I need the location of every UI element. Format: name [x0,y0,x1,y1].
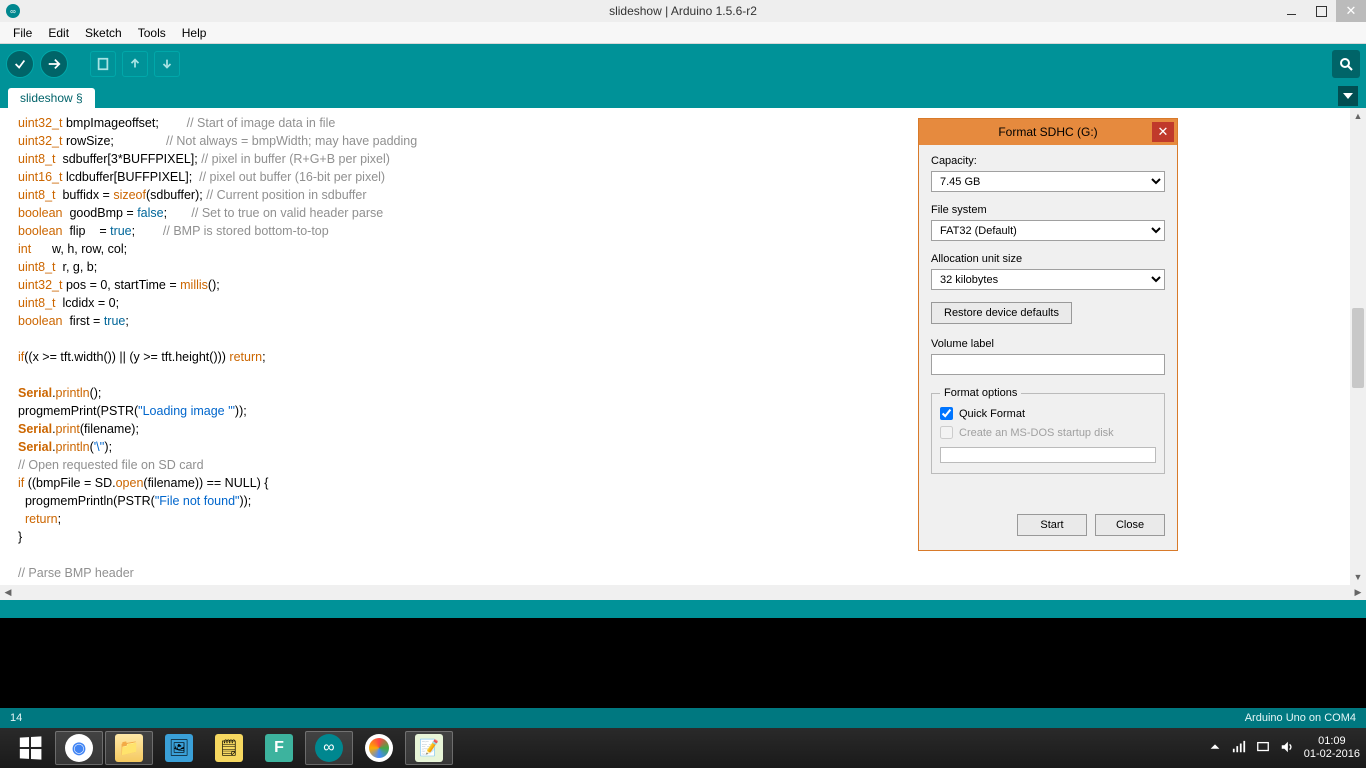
format-progress [940,447,1156,463]
board-info: Arduino Uno on COM4 [1245,712,1356,724]
filesystem-label: File system [931,204,1165,216]
taskbar-notes[interactable]: 🗒 [205,731,253,765]
window-close-button[interactable]: ✕ [1336,0,1366,22]
start-button[interactable] [6,728,54,768]
tray-chevron-icon[interactable] [1208,740,1222,757]
dialog-title: Format SDHC (G:) [998,125,1097,139]
taskbar-arduino[interactable]: ∞ [305,731,353,765]
editor-hscrollbar[interactable]: ◀▶ [0,585,1366,600]
volume-label-input[interactable] [931,354,1165,375]
msdos-label: Create an MS-DOS startup disk [959,427,1114,439]
system-tray: 01:09 01-02-2016 [1208,735,1366,761]
toolbar [0,44,1366,84]
menu-file[interactable]: File [6,24,39,42]
save-button[interactable] [154,51,180,77]
tab-menu-button[interactable] [1338,86,1358,106]
tabstrip: slideshow § [0,84,1366,108]
clock-date: 01-02-2016 [1304,748,1360,761]
quick-format-label: Quick Format [959,408,1025,420]
format-options-legend: Format options [940,387,1021,399]
filesystem-select[interactable]: FAT32 (Default) [931,220,1165,241]
editor-vscrollbar[interactable]: ▲▼ [1350,108,1366,585]
clock-time: 01:09 [1304,735,1360,748]
format-options-group: Format options Quick Format Create an MS… [931,387,1165,474]
menubar: File Edit Sketch Tools Help [0,22,1366,44]
dialog-titlebar[interactable]: Format SDHC (G:) ✕ [919,119,1177,145]
titlebar: ∞ slideshow | Arduino 1.5.6-r2 ✕ [0,0,1366,22]
notepad-icon: 📝 [419,738,439,758]
status-bar: 14 Arduino Uno on COM4 [0,708,1366,728]
serial-monitor-button[interactable] [1332,50,1360,78]
minimize-button[interactable] [1276,0,1306,22]
close-button[interactable]: Close [1095,514,1165,536]
restore-defaults-button[interactable]: Restore device defaults [931,302,1072,324]
allocation-label: Allocation unit size [931,253,1165,265]
verify-button[interactable] [6,50,34,78]
menu-edit[interactable]: Edit [41,24,76,42]
format-dialog: Format SDHC (G:) ✕ Capacity: 7.45 GB Fil… [918,118,1178,551]
line-number: 14 [10,712,22,724]
arduino-logo-icon: ∞ [6,4,20,18]
taskbar-chrome[interactable]: ◉ [55,731,103,765]
volume-label-label: Volume label [931,338,1165,350]
menu-sketch[interactable]: Sketch [78,24,129,42]
tray-network-icon[interactable] [1232,740,1246,757]
menu-help[interactable]: Help [175,24,214,42]
folder-icon: 📁 [119,738,139,758]
capacity-select[interactable]: 7.45 GB [931,171,1165,192]
taskbar-photos[interactable]: 🖼 [155,731,203,765]
new-button[interactable] [90,51,116,77]
msdos-checkbox [940,426,953,439]
tray-volume-icon[interactable] [1280,740,1294,757]
tray-clock[interactable]: 01:09 01-02-2016 [1304,735,1360,761]
capacity-label: Capacity: [931,155,1165,167]
maximize-button[interactable] [1306,0,1336,22]
tray-action-icon[interactable] [1256,740,1270,757]
upload-button[interactable] [40,50,68,78]
picture-icon: 🖼 [169,738,189,758]
window-title: slideshow | Arduino 1.5.6-r2 [609,4,757,18]
menu-tools[interactable]: Tools [131,24,173,42]
quick-format-checkbox[interactable] [940,407,953,420]
taskbar-picasa[interactable] [355,731,403,765]
taskbar-app-f[interactable]: F [255,731,303,765]
open-button[interactable] [122,51,148,77]
taskbar: ◉ 📁 🖼 🗒 F ∞ 📝 01:09 01-02-2016 [0,728,1366,768]
tab-slideshow[interactable]: slideshow § [8,88,95,108]
taskbar-notepadpp[interactable]: 📝 [405,731,453,765]
taskbar-explorer[interactable]: 📁 [105,731,153,765]
sticky-note-icon: 🗒 [219,738,239,758]
dialog-close-button[interactable]: ✕ [1152,122,1174,142]
console [0,618,1366,708]
picasa-icon [369,738,389,758]
status-strip [0,600,1366,618]
windows-logo-icon [20,736,42,759]
start-button[interactable]: Start [1017,514,1087,536]
allocation-select[interactable]: 32 kilobytes [931,269,1165,290]
